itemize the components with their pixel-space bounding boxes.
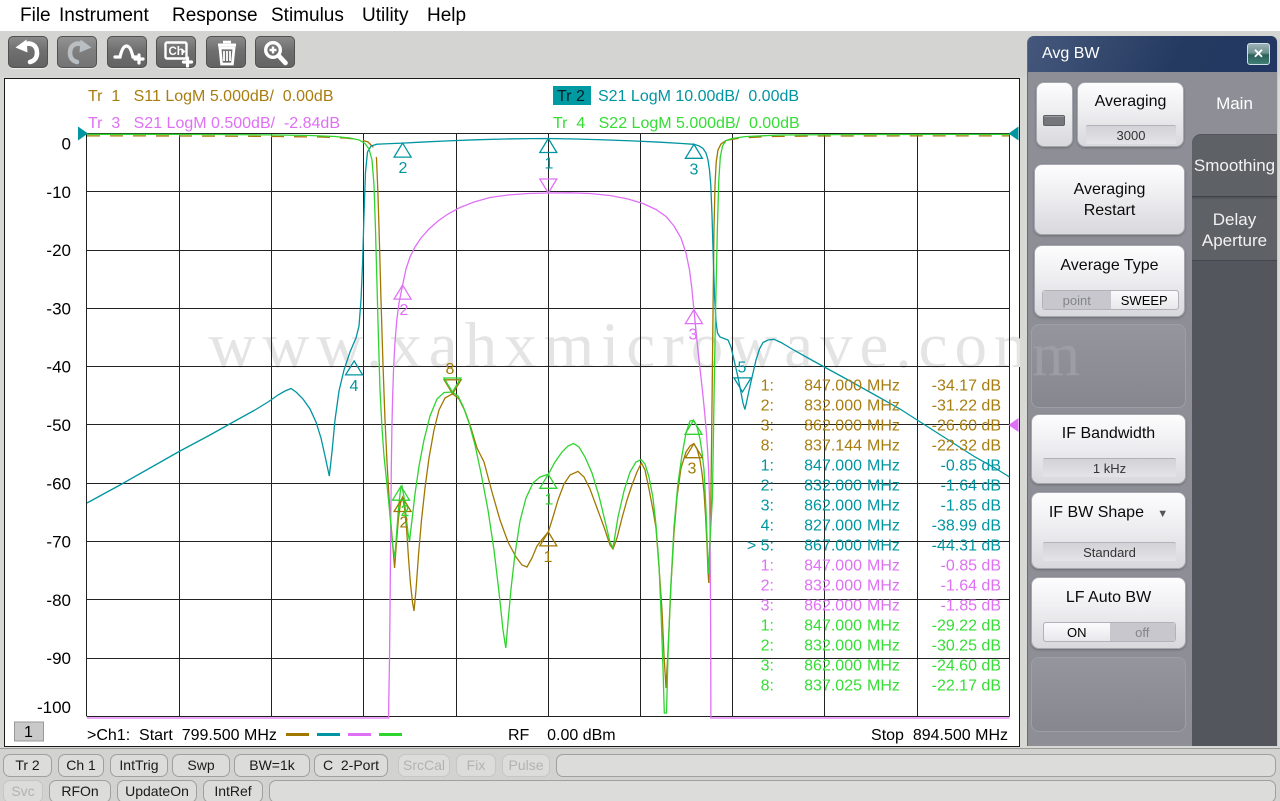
svg-text:> 5:: > 5: [747,538,774,555]
svg-text:-0.85 dB: -0.85 dB [941,558,1001,575]
svg-text:MHz: MHz [867,638,900,655]
svg-text:-34.17 dB: -34.17 dB [932,378,1001,395]
svg-text:-29.22 dB: -29.22 dB [932,618,1001,635]
svg-text:MHz: MHz [867,538,900,555]
svg-text:862.000: 862.000 [804,658,862,675]
svg-text:8:: 8: [761,678,774,695]
svg-text:Tr 4 S22 LogM 5.000dB/ 0.0: Tr 4 S22 LogM 5.000dB/ 0.00dB [553,115,800,132]
svg-text:837.025: 837.025 [804,678,862,695]
svg-text:MHz: MHz [867,518,900,535]
svg-text:2: 2 [400,302,409,319]
svg-text:-70: -70 [46,533,71,552]
svg-text:Ch: Ch [169,46,184,58]
svg-text:-44.31 dB: -44.31 dB [932,538,1001,555]
svg-text:2: 2 [401,503,410,520]
svg-text:4:: 4: [761,518,774,535]
svg-text:3: 3 [689,327,698,344]
svg-text:-38.99 dB: -38.99 dB [932,518,1001,535]
svg-text:1: 1 [545,156,554,173]
svg-text:-30: -30 [46,299,71,318]
svg-text:MHz: MHz [867,498,900,515]
svg-text:8:: 8: [761,438,774,455]
svg-text:1:: 1: [761,378,774,395]
svg-text:847.000: 847.000 [804,618,862,635]
svg-text:-22.32 dB: -22.32 dB [932,438,1001,455]
svg-text:832.000: 832.000 [804,478,862,495]
svg-text:862.000: 862.000 [804,598,862,615]
svg-text:0: 0 [62,135,71,154]
svg-text:2:: 2: [761,638,774,655]
svg-text:862.000: 862.000 [804,498,862,515]
svg-text:MHz: MHz [867,378,900,395]
svg-text:832.000: 832.000 [804,638,862,655]
svg-text:847.000: 847.000 [804,378,862,395]
svg-text:MHz: MHz [867,578,900,595]
svg-text:2: 2 [399,160,408,177]
svg-text:-90: -90 [46,649,71,668]
svg-text:1:: 1: [761,458,774,475]
svg-text:-31.22 dB: -31.22 dB [932,398,1001,415]
svg-text:3:: 3: [761,658,774,675]
svg-text:MHz: MHz [867,478,900,495]
svg-text:837.144: 837.144 [804,438,862,455]
svg-text:1: 1 [545,492,554,509]
svg-text:MHz: MHz [867,618,900,635]
svg-text:-1.64 dB: -1.64 dB [941,578,1001,595]
svg-text:-30.25 dB: -30.25 dB [932,638,1001,655]
svg-text:862.000: 862.000 [804,418,862,435]
svg-text:MHz: MHz [867,598,900,615]
svg-text:867.000: 867.000 [804,538,862,555]
svg-text:3: 3 [688,461,697,478]
svg-text:1: 1 [544,549,553,566]
svg-text:S21 LogM 10.00dB/ 0.00dB: S21 LogM 10.00dB/ 0.00dB [598,88,799,105]
svg-text:-0.85 dB: -0.85 dB [941,458,1001,475]
svg-text:-100: -100 [37,698,71,717]
svg-text:-60: -60 [46,474,71,493]
svg-text:-40: -40 [46,358,71,377]
svg-text:1: 1 [24,724,33,741]
svg-text:MHz: MHz [867,658,900,675]
svg-text:MHz: MHz [867,438,900,455]
svg-text:847.000: 847.000 [804,458,862,475]
svg-text:Tr 2: Tr 2 [557,88,585,105]
svg-text:3:: 3: [761,598,774,615]
svg-text:MHz: MHz [867,418,900,435]
svg-text:5: 5 [738,360,747,377]
svg-text:4: 4 [350,378,359,395]
svg-text:-1.85 dB: -1.85 dB [941,598,1001,615]
svg-text:-1.64 dB: -1.64 dB [941,478,1001,495]
svg-text:3: 3 [690,162,699,179]
svg-text:Tr 1 S11 LogM 5.000dB/ 0.0: Tr 1 S11 LogM 5.000dB/ 0.00dB [88,88,333,105]
svg-text:-1.85 dB: -1.85 dB [941,498,1001,515]
svg-text:832.000: 832.000 [804,398,862,415]
svg-text:-10: -10 [46,183,71,202]
svg-text:MHz: MHz [867,558,900,575]
svg-text:>Ch1: Start 799.500 MHz: >Ch1: Start 799.500 MHz [87,727,277,744]
svg-text:-50: -50 [46,416,71,435]
svg-text:RF 0.00 dBm: RF 0.00 dBm [508,727,616,744]
svg-text:-22.17 dB: -22.17 dB [932,678,1001,695]
svg-text:-26.60 dB: -26.60 dB [932,418,1001,435]
svg-text:2:: 2: [761,398,774,415]
svg-text:www.xahxmicrowave.com: www.xahxmicrowave.com [208,310,1020,382]
svg-text:-20: -20 [46,241,71,260]
svg-text:2:: 2: [761,578,774,595]
svg-text:3:: 3: [761,498,774,515]
svg-text:Stop 894.500 MHz: Stop 894.500 MHz [871,727,1008,744]
svg-text:1:: 1: [761,618,774,635]
svg-text:832.000: 832.000 [804,578,862,595]
svg-text:847.000: 847.000 [804,558,862,575]
svg-text:MHz: MHz [867,458,900,475]
svg-text:-24.60 dB: -24.60 dB [932,658,1001,675]
svg-text:MHz: MHz [867,398,900,415]
svg-text:MHz: MHz [867,678,900,695]
svg-text:-80: -80 [46,591,71,610]
svg-text:Tr 3 S21 LogM 0.500dB/ -2.: Tr 3 S21 LogM 0.500dB/ -2.84dB [88,115,340,132]
svg-text:3:: 3: [761,418,774,435]
svg-text:2:: 2: [761,478,774,495]
svg-text:1:: 1: [761,558,774,575]
svg-text:8: 8 [446,361,455,378]
svg-text:827.000: 827.000 [804,518,862,535]
